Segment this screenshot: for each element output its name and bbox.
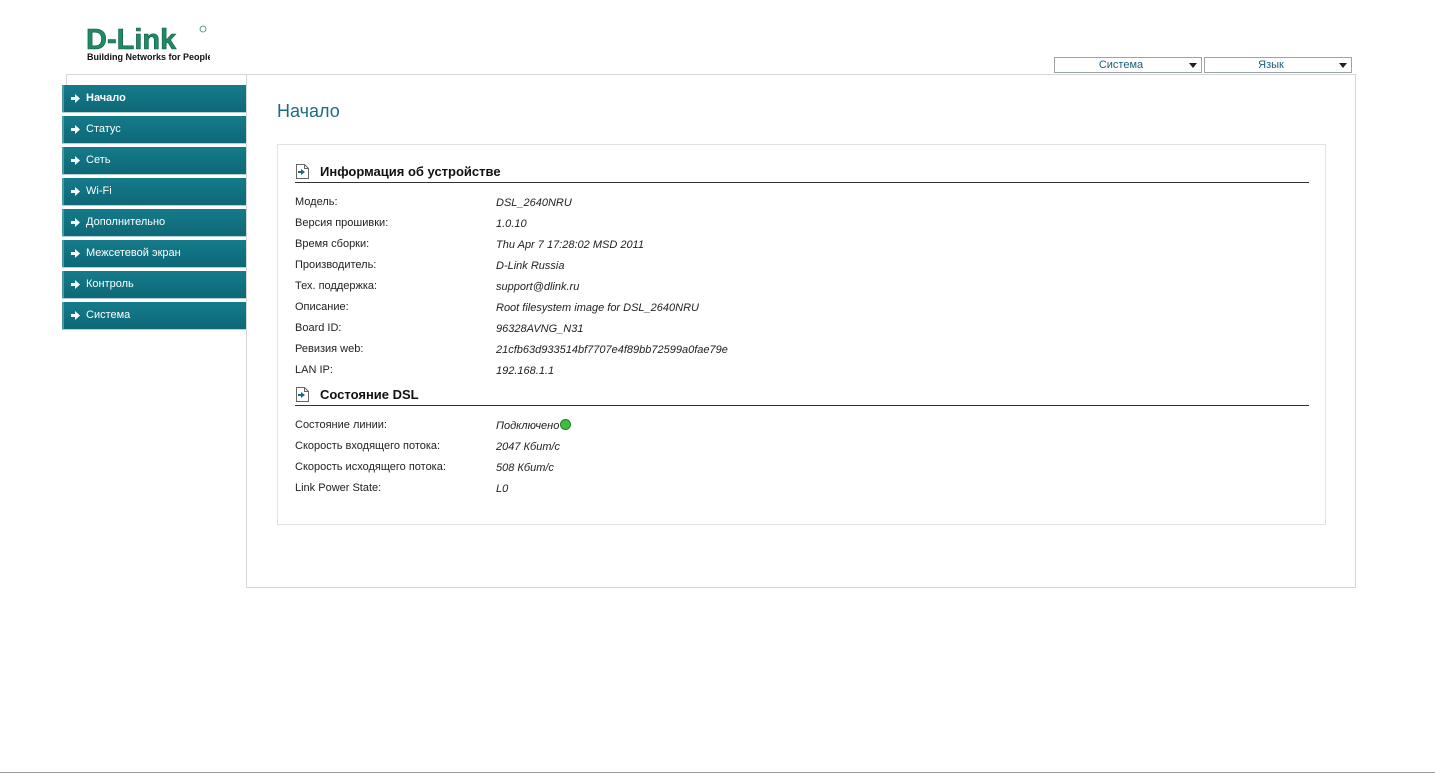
info-row-vendor: Производитель: D-Link Russia [295, 258, 1295, 279]
sidebar: Начало Статус Сеть Wi-Fi Дополнительно М… [62, 85, 246, 333]
row-label: Link Power State: [295, 482, 382, 494]
row-label: Ревизия web: [295, 343, 364, 355]
sidebar-item-label: Дополнительно [86, 216, 166, 228]
arrow-right-icon [71, 187, 80, 196]
document-arrow-icon [296, 164, 309, 179]
sidebar-item-advanced[interactable]: Дополнительно [62, 209, 246, 236]
arrow-right-icon [71, 125, 80, 134]
row-value: Root filesystem image for DSL_2640NRU [496, 302, 699, 314]
row-value: 2047 Кбит/с [496, 441, 561, 453]
dsl-status-header: Состояние DSL [295, 383, 1309, 406]
language-dropdown[interactable]: Язык [1204, 57, 1352, 73]
arrow-right-icon [71, 311, 80, 320]
dsl-status-title: Состояние DSL [320, 387, 419, 402]
sidebar-item-label: Начало [86, 92, 126, 104]
dsl-row-downstream: Скорость входящего потока: 2047 Кбит/с [295, 439, 1295, 460]
row-value: 96328AVNG_N31 [496, 323, 584, 335]
dsl-row-line-state: Состояние линии: Подключено [295, 418, 1295, 439]
sidebar-item-firewall[interactable]: Межсетевой экран [62, 240, 246, 267]
row-label: Производитель: [295, 259, 377, 271]
row-label: Тех. поддержка: [295, 280, 378, 292]
row-label: LAN IP: [295, 364, 333, 376]
info-row-board-id: Board ID: 96328AVNG_N31 [295, 321, 1295, 342]
info-row-support: Тех. поддержка: support@dlink.ru [295, 279, 1295, 300]
row-value: 1.0.10 [496, 218, 527, 230]
sidebar-item-system[interactable]: Система [62, 302, 246, 329]
arrow-right-icon [71, 249, 80, 258]
row-label: Board ID: [295, 322, 342, 334]
row-label: Время сборки: [295, 238, 370, 250]
row-label: Версия прошивки: [295, 217, 389, 229]
row-label: Скорость исходящего потока: [295, 461, 446, 473]
dsl-row-power-state: Link Power State: L0 [295, 481, 1295, 502]
system-dropdown-label: Система [1098, 59, 1144, 71]
sidebar-item-label: Статус [86, 123, 121, 135]
info-row-lan-ip: LAN IP: 192.168.1.1 [295, 363, 1295, 384]
system-dropdown[interactable]: Система [1054, 57, 1202, 73]
sidebar-item-wifi[interactable]: Wi-Fi [62, 178, 246, 205]
status-ok-icon [560, 419, 572, 430]
row-value: 508 Кбит/с [496, 462, 554, 474]
info-row-firmware: Версия прошивки: 1.0.10 [295, 216, 1295, 237]
row-label: Состояние линии: [295, 419, 387, 431]
row-value: support@dlink.ru [496, 281, 580, 293]
info-row-model: Модель: DSL_2640NRU [295, 195, 1295, 216]
arrow-right-icon [71, 156, 80, 165]
window-bottom-border [0, 772, 1435, 773]
row-value: DSL_2640NRU [496, 197, 572, 209]
sidebar-item-control[interactable]: Контроль [62, 271, 246, 298]
info-row-build-time: Время сборки: Thu Apr 7 17:28:02 MSD 201… [295, 237, 1295, 258]
page-title: Начало [277, 101, 340, 121]
row-value: 192.168.1.1 [496, 365, 555, 377]
sidebar-item-label: Межсетевой экран [86, 247, 181, 259]
row-value: Подключено [496, 419, 572, 433]
sidebar-item-label: Сеть [86, 154, 111, 166]
row-value: D-Link Russia [496, 260, 565, 272]
info-row-description: Описание: Root filesystem image for DSL_… [295, 300, 1295, 321]
row-label: Модель: [295, 196, 338, 208]
document-arrow-icon [296, 387, 309, 402]
logo-tagline: Building Networks for People [87, 52, 210, 62]
sidebar-item-label: Контроль [86, 278, 134, 290]
row-value: Thu Apr 7 17:28:02 MSD 2011 [496, 239, 644, 251]
sidebar-item-home[interactable]: Начало [62, 85, 246, 112]
row-label: Описание: [295, 301, 349, 313]
line-state-value: Подключено [496, 420, 560, 432]
sidebar-item-label: Wi-Fi [86, 185, 112, 197]
row-value: 21cfb63d933514bf7707e4f89bb72599a0fae79e [496, 344, 728, 356]
arrow-right-icon [71, 218, 80, 227]
row-label: Скорость входящего потока: [295, 440, 441, 452]
sidebar-item-network[interactable]: Сеть [62, 147, 246, 174]
sidebar-item-status[interactable]: Статус [62, 116, 246, 143]
info-box: Информация об устройстве Модель: DSL_264… [277, 144, 1326, 525]
arrow-right-icon [71, 280, 80, 289]
row-value: L0 [496, 483, 509, 495]
language-dropdown-label: Язык [1258, 59, 1284, 71]
arrow-right-icon [71, 94, 80, 103]
device-info-title: Информация об устройстве [320, 164, 501, 179]
sidebar-item-label: Система [86, 309, 131, 321]
dlink-logo: D-Link Building Networks for People [86, 24, 210, 64]
info-row-web-revision: Ревизия web: 21cfb63d933514bf7707e4f89bb… [295, 342, 1295, 363]
top-menu: Система Язык [1054, 57, 1352, 73]
device-info-header: Информация об устройстве [295, 160, 1309, 183]
dsl-row-upstream: Скорость исходящего потока: 508 Кбит/с [295, 460, 1295, 481]
registered-mark [199, 25, 207, 33]
chevron-down-icon [1339, 63, 1347, 68]
chevron-down-icon [1189, 63, 1197, 68]
